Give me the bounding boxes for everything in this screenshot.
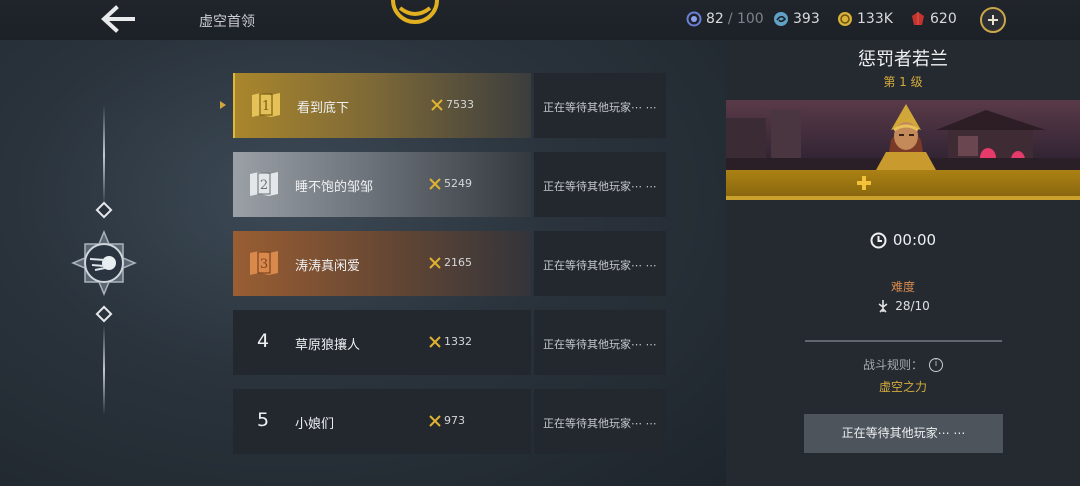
ruby-value: 620 [930, 11, 957, 27]
ruby-resource: 620 [910, 11, 957, 27]
clock-icon [870, 232, 887, 248]
row-status: 正在等待其他玩家⋯ ⋯ [534, 73, 666, 138]
ruby-icon [912, 12, 924, 25]
void-boss-node-icon[interactable] [71, 230, 137, 296]
coin-icon [838, 12, 852, 26]
crossed-swords-icon [429, 256, 441, 269]
boss-reward-bar [726, 170, 1080, 200]
crossed-swords-icon [429, 177, 441, 190]
waiting-for-players-button[interactable]: 正在等待其他玩家⋯ ⋯ [804, 414, 1003, 453]
difficulty-label: 难度 [890, 280, 915, 294]
leaderboard-row[interactable]: 3 涛涛真闲爱 2165 正在等待其他玩家⋯ ⋯ [233, 231, 666, 296]
score-value: 5249 [444, 177, 472, 190]
player-score: 2165 [429, 256, 472, 269]
player-name: 睡不饱的邹邹 [295, 180, 374, 195]
boss-name: 惩罚者若兰 [858, 49, 948, 70]
player-score: 7533 [431, 98, 474, 111]
plus-icon [857, 176, 871, 190]
player-name: 涛涛真闲爱 [295, 259, 361, 274]
rank-number: 5 [257, 409, 270, 431]
timer-value: 00:00 [892, 231, 937, 249]
rank-number: 3 [260, 257, 268, 272]
score-value: 2165 [444, 256, 472, 269]
score-value: 1332 [444, 335, 472, 348]
score-value: 7533 [446, 98, 474, 111]
stage-node-lower[interactable] [95, 305, 113, 323]
boss-portrait [726, 100, 1080, 170]
battle-rule-value: 虚空之力 [878, 380, 927, 394]
top-bar: 虚空首领 82 / 100 393 133K 620 [0, 0, 1080, 40]
leaderboard-row[interactable]: 2 睡不饱的邹邹 5249 正在等待其他玩家⋯ ⋯ [233, 152, 666, 217]
player-name: 小娘们 [295, 417, 335, 432]
rule-label-text: 战斗规则： [862, 358, 923, 372]
row-status: 正在等待其他玩家⋯ ⋯ [534, 152, 666, 217]
info-icon[interactable]: i [929, 357, 943, 372]
track-line-upper [103, 105, 105, 205]
energy-value: 82 [706, 11, 724, 27]
coin-resource: 133K [837, 11, 893, 27]
difficulty-sword-icon [878, 300, 888, 313]
selected-row-indicator [220, 101, 226, 109]
rank-number: 1 [262, 99, 270, 114]
swirl-resource: 393 [773, 11, 820, 27]
gem-icon [686, 11, 702, 27]
track-line-lower [103, 325, 105, 415]
rank-bronze-banner-icon: 3 [250, 251, 278, 275]
player-name: 草原狼攘人 [295, 338, 361, 353]
score-value: 973 [444, 414, 465, 427]
row-status: 正在等待其他玩家⋯ ⋯ [534, 389, 666, 454]
rank-number: 4 [257, 330, 270, 352]
player-score: 1332 [429, 335, 472, 348]
player-score: 973 [429, 414, 465, 427]
back-arrow-icon [101, 5, 135, 33]
swirl-value: 393 [793, 11, 820, 27]
page-title: 虚空首领 [199, 14, 255, 30]
crossed-swords-icon [429, 335, 441, 348]
stage-node-upper[interactable] [95, 201, 113, 219]
leaderboard-row[interactable]: 4 草原狼攘人 1332 正在等待其他玩家⋯ ⋯ [233, 310, 666, 375]
rank-number: 2 [260, 178, 268, 193]
row-status: 正在等待其他玩家⋯ ⋯ [534, 231, 666, 296]
energy-resource: 82 / 100 [686, 11, 764, 27]
player-score: 5249 [429, 177, 472, 190]
battle-rule-label: 战斗规则： i [726, 356, 1080, 373]
rank-gold-banner-icon: 1 [252, 93, 280, 117]
energy-max: / 100 [727, 11, 764, 27]
divider [805, 340, 1002, 342]
boss-detail-panel: 惩罚者若兰 第 1 级 00:00 难度 28/10 战斗规则： i 虚空之力 … [726, 40, 1080, 486]
rank-silver-banner-icon: 2 [250, 172, 278, 196]
difficulty-value: 28/10 [726, 299, 1080, 313]
crossed-swords-icon [429, 414, 441, 427]
coin-value: 133K [857, 11, 893, 27]
difficulty-number: 28/10 [895, 299, 930, 313]
leaderboard-row[interactable]: 5 小娘们 973 正在等待其他玩家⋯ ⋯ [233, 389, 666, 454]
row-status: 正在等待其他玩家⋯ ⋯ [534, 310, 666, 375]
swirl-icon [774, 12, 788, 26]
add-currency-button[interactable] [980, 7, 1006, 33]
player-name: 看到底下 [297, 101, 350, 116]
boss-level: 第 1 级 [883, 75, 923, 89]
battle-timer: 00:00 [726, 231, 1080, 249]
back-button[interactable] [98, 4, 138, 34]
crossed-swords-icon [431, 98, 443, 111]
leaderboard-row[interactable]: 1 看到底下 7533 正在等待其他玩家⋯ ⋯ [233, 73, 666, 138]
void-emblem-icon [391, 0, 439, 24]
